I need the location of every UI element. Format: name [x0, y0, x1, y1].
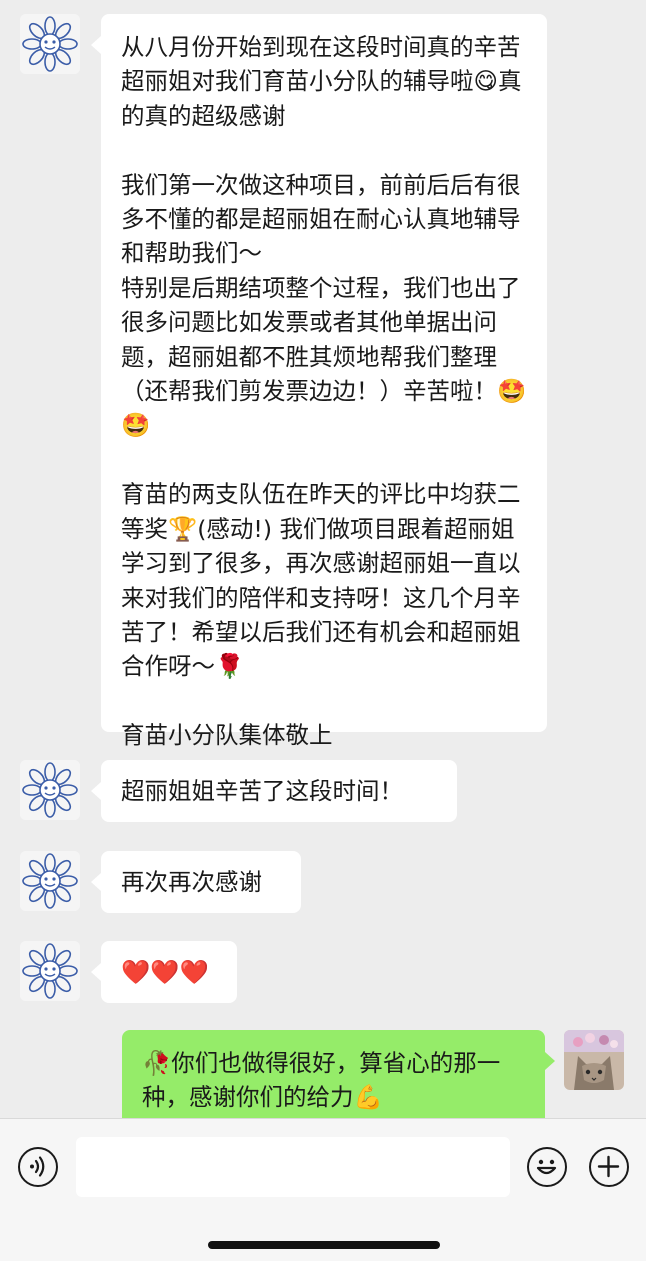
- message-bubble[interactable]: ❤️❤️❤️: [91, 941, 237, 1003]
- self-avatar[interactable]: [564, 1030, 624, 1090]
- voice-button[interactable]: [18, 1147, 58, 1187]
- input-toolbar: [0, 1118, 646, 1261]
- contact-avatar[interactable]: [20, 14, 80, 74]
- plus-icon: [597, 1155, 620, 1178]
- contact-avatar[interactable]: [20, 851, 80, 911]
- message-bubble[interactable]: 超丽姐姐辛苦了这段时间！: [91, 760, 457, 822]
- voice-icon: [30, 1156, 45, 1177]
- message-bubble[interactable]: 再次再次感谢: [91, 851, 301, 913]
- contact-avatar[interactable]: [20, 941, 80, 1001]
- daisy-avatar-icon: [20, 851, 80, 911]
- daisy-avatar-icon: [20, 760, 80, 820]
- emoji-icon: [536, 1159, 557, 1175]
- message-bubble[interactable]: 🥀你们也做得很好，算省心的那一种，感谢你们的给力💪: [122, 1030, 555, 1118]
- contact-avatar[interactable]: [20, 760, 80, 820]
- home-indicator: [208, 1241, 440, 1249]
- message-bubble[interactable]: 从八月份开始到现在这段时间真的辛苦超丽姐对我们育苗小分队的辅导啦😋真的真的超级感…: [91, 14, 547, 749]
- emoji-button[interactable]: [527, 1147, 567, 1187]
- daisy-avatar-icon: [20, 941, 80, 1001]
- cat-avatar-icon: [564, 1030, 624, 1090]
- chat-area[interactable]: 从八月份开始到现在这段时间真的辛苦超丽姐对我们育苗小分队的辅导啦😋真的真的超级感…: [0, 0, 646, 1118]
- plus-button[interactable]: [589, 1147, 629, 1187]
- daisy-avatar-icon: [20, 14, 80, 74]
- message-input[interactable]: [76, 1137, 510, 1197]
